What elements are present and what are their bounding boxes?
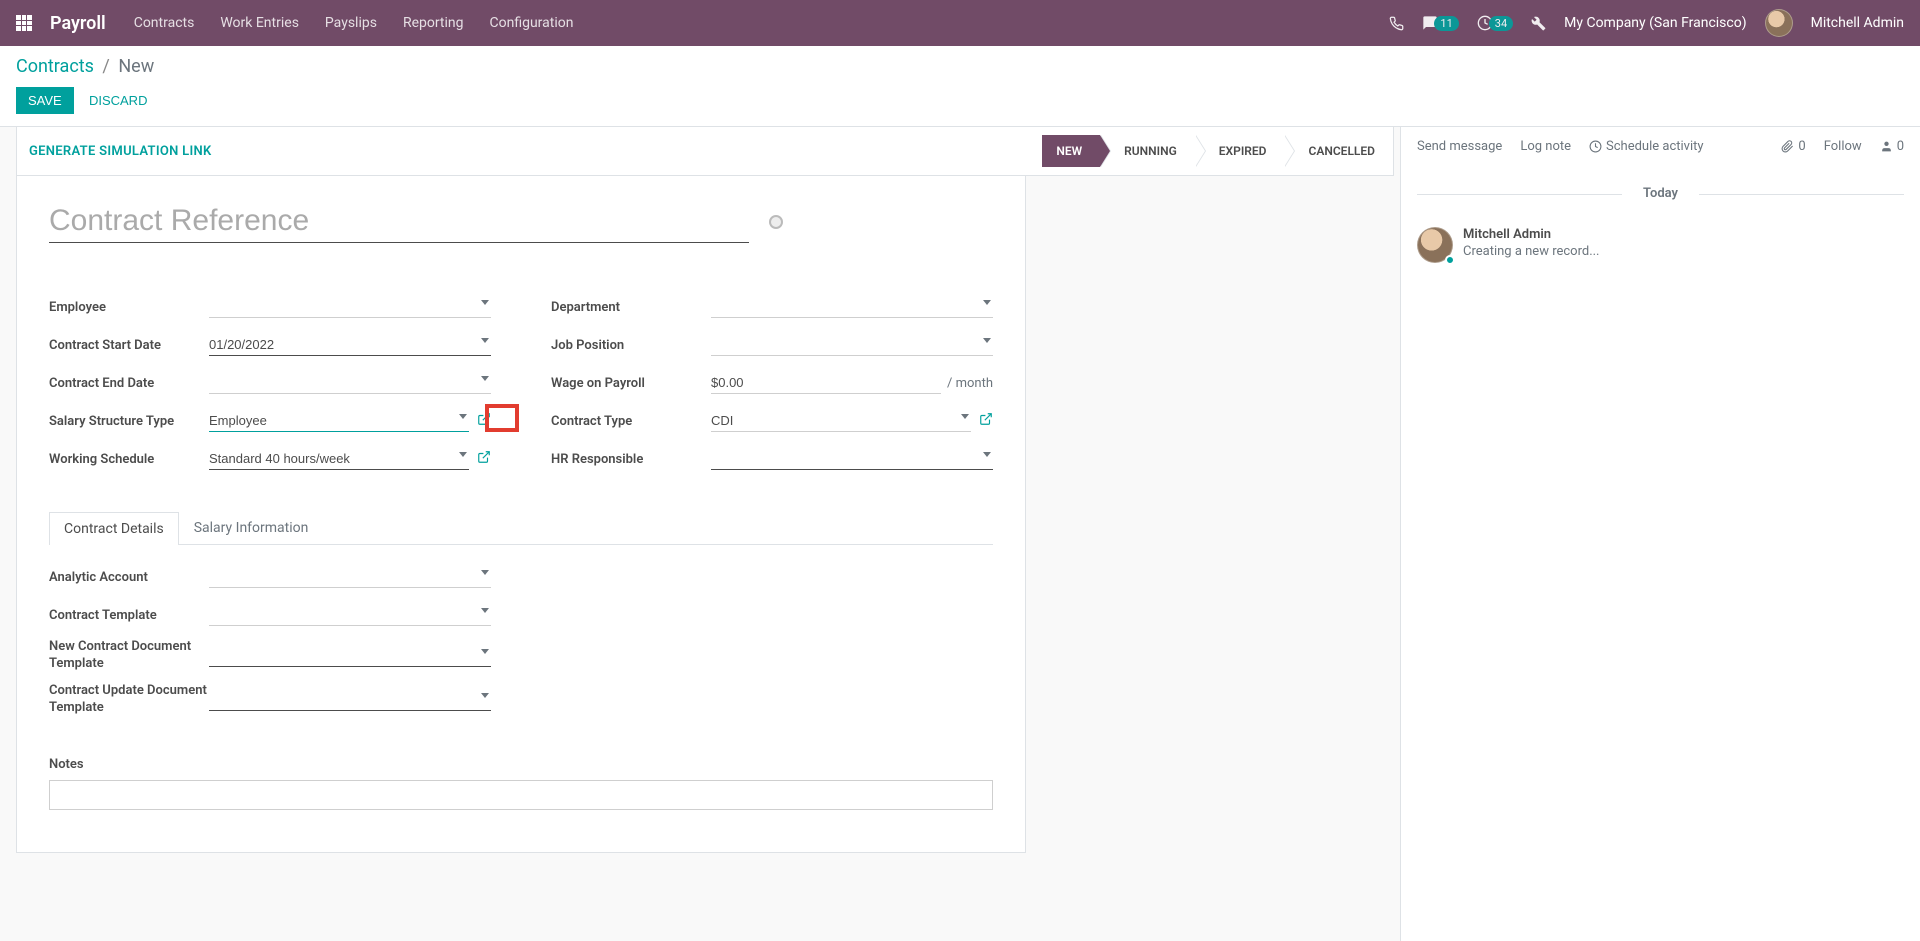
user-icon (1880, 140, 1893, 153)
label-contract-type: Contract Type (551, 414, 711, 429)
analytic-account-field[interactable] (209, 566, 491, 588)
control-panel: Contracts / New Save Discard (0, 46, 1920, 127)
nav-contracts[interactable]: Contracts (134, 15, 195, 31)
nav-work-entries[interactable]: Work Entries (220, 15, 299, 31)
label-wage: Wage on Payroll (551, 376, 711, 391)
notebook-tabs: Contract Details Salary Information (49, 511, 993, 545)
chatter: Send message Log note Schedule activity … (1400, 127, 1920, 941)
user-name[interactable]: Mitchell Admin (1811, 15, 1904, 31)
discard-button[interactable]: Discard (77, 87, 160, 114)
label-hr-responsible: HR Responsible (551, 452, 711, 467)
stage-expired[interactable]: Expired (1195, 135, 1285, 167)
tab-salary-information[interactable]: Salary Information (179, 511, 324, 544)
contract-type-field[interactable] (711, 410, 971, 432)
stage-cancelled[interactable]: Cancelled (1284, 135, 1393, 167)
presence-dot-icon (1445, 255, 1455, 265)
statusbar: New Running Expired Cancelled (1042, 135, 1393, 167)
label-salary-structure: Salary Structure Type (49, 414, 209, 429)
log-note-button[interactable]: Log note (1520, 139, 1571, 154)
wage-suffix: / month (947, 376, 993, 391)
label-contract-template: Contract Template (49, 608, 209, 623)
notes-field[interactable] (49, 780, 993, 810)
salary-structure-field[interactable] (209, 410, 469, 432)
schedule-activity-button[interactable]: Schedule activity (1589, 139, 1704, 154)
contract-type-external-link-icon[interactable] (979, 412, 993, 430)
label-job-position: Job Position (551, 338, 711, 353)
new-contract-doc-field[interactable] (209, 645, 491, 667)
activities-icon[interactable]: 34 (1477, 15, 1513, 31)
user-avatar[interactable] (1765, 9, 1793, 37)
stage-new[interactable]: New (1042, 135, 1100, 167)
kanban-state-icon[interactable] (769, 215, 783, 229)
generate-simulation-link-button[interactable]: Generate Simulation Link (29, 144, 212, 159)
message-author: Mitchell Admin (1463, 227, 1600, 242)
nav-payslips[interactable]: Payslips (325, 15, 377, 31)
wage-field[interactable] (711, 372, 941, 394)
phone-icon[interactable] (1389, 16, 1404, 31)
tab-contract-details[interactable]: Contract Details (49, 512, 179, 545)
breadcrumb: Contracts / New (16, 56, 1904, 77)
nav-reporting[interactable]: Reporting (403, 15, 464, 31)
label-notes: Notes (49, 757, 993, 772)
label-analytic-account: Analytic Account (49, 570, 209, 585)
stage-running[interactable]: Running (1100, 135, 1195, 167)
debug-icon[interactable] (1531, 16, 1546, 31)
label-update-contract-doc: Contract Update Document Template (49, 683, 209, 717)
nav-menu: Contracts Work Entries Payslips Reportin… (134, 15, 574, 31)
chatter-message: Mitchell Admin Creating a new record... (1417, 219, 1904, 271)
department-field[interactable] (711, 296, 993, 318)
clock-icon (1589, 140, 1602, 153)
hr-responsible-field[interactable] (711, 448, 993, 470)
label-new-contract-doc: New Contract Document Template (49, 639, 209, 673)
send-message-button[interactable]: Send message (1417, 139, 1502, 154)
form-view: Generate Simulation Link New Running Exp… (0, 127, 1400, 941)
follow-button[interactable]: Follow (1824, 139, 1862, 154)
breadcrumb-root[interactable]: Contracts (16, 56, 94, 77)
label-department: Department (551, 300, 711, 315)
working-schedule-external-link-icon[interactable] (477, 450, 491, 468)
update-contract-doc-field[interactable] (209, 689, 491, 711)
employee-field[interactable] (209, 296, 491, 318)
end-date-field[interactable] (209, 372, 491, 394)
label-working-schedule: Working Schedule (49, 452, 209, 467)
chatter-day-separator: Today (1417, 186, 1904, 201)
messages-icon[interactable]: 11 (1422, 15, 1458, 31)
breadcrumb-current: New (118, 56, 154, 77)
start-date-field[interactable] (209, 334, 491, 356)
activities-badge: 34 (1489, 16, 1513, 31)
job-position-field[interactable] (711, 334, 993, 356)
message-body: Creating a new record... (1463, 244, 1600, 259)
follower-count[interactable]: 0 (1880, 139, 1904, 154)
label-end-date: Contract End Date (49, 376, 209, 391)
label-employee: Employee (49, 300, 209, 315)
attachment-count[interactable]: 0 (1781, 139, 1805, 154)
nav-configuration[interactable]: Configuration (490, 15, 574, 31)
paperclip-icon (1781, 140, 1794, 153)
contract-template-field[interactable] (209, 604, 491, 626)
apps-icon[interactable] (16, 15, 32, 31)
messages-badge: 11 (1434, 16, 1458, 31)
top-navbar: Payroll Contracts Work Entries Payslips … (0, 0, 1920, 46)
contract-reference-input[interactable] (49, 200, 749, 243)
save-button[interactable]: Save (16, 87, 74, 114)
working-schedule-field[interactable] (209, 448, 469, 470)
label-start-date: Contract Start Date (49, 338, 209, 353)
salary-structure-external-link-icon[interactable] (477, 412, 491, 430)
company-switcher[interactable]: My Company (San Francisco) (1564, 15, 1746, 31)
app-brand[interactable]: Payroll (50, 13, 106, 34)
